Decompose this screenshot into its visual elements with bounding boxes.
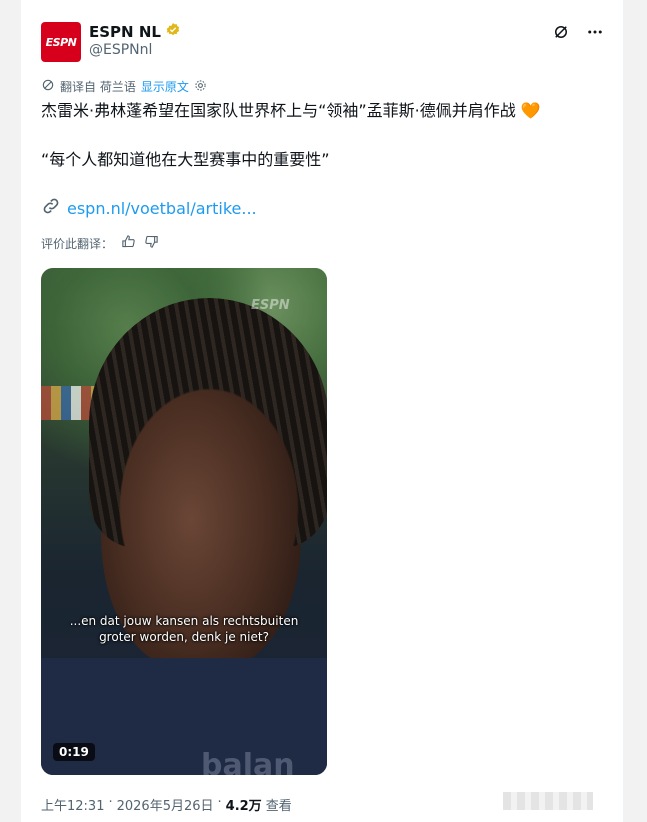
video-watermark: ESPN <box>251 298 290 313</box>
video-player[interactable]: ESPN balan ...en dat jouw kansen als rec… <box>41 268 327 775</box>
tweet-top-actions <box>551 22 605 42</box>
video-duration: 0:19 <box>53 743 95 761</box>
author-name-line: ESPN NL <box>89 22 181 42</box>
avatar[interactable]: ESPN <box>41 22 81 62</box>
translate-icon <box>41 78 55 95</box>
show-original-link[interactable]: 显示原文 <box>141 78 189 95</box>
view-count: 4.2万 <box>225 799 262 814</box>
tweet-time[interactable]: 上午12:31 <box>41 795 104 814</box>
subtitle-line-2: groter worden, denk je niet? <box>99 630 269 644</box>
shirt-brand-text: balan <box>201 748 295 775</box>
video-person-hair <box>89 298 327 548</box>
author-handle[interactable]: @ESPNnl <box>89 42 152 58</box>
tweet-quote: “每个人都知道他在大型赛事中的重要性” <box>41 150 330 169</box>
tweet-text: 杰雷米·弗林蓬希望在国家队世界杯上与“领袖”孟菲斯·德佩并肩作战 🧡 <box>41 100 601 122</box>
author-display-name[interactable]: ESPN NL <box>89 23 161 41</box>
tweet-date[interactable]: 2026年5月26日 <box>117 795 214 814</box>
thumbs-down-icon[interactable] <box>144 234 159 252</box>
tweet-meta: 上午12:31 · 2026年5月26日 · 4.2万 查看 <box>41 795 292 814</box>
link-icon <box>41 196 61 220</box>
espn-logo: ESPN <box>45 35 77 49</box>
grok-icon[interactable] <box>551 22 571 42</box>
views-label: 查看 <box>265 799 292 814</box>
translated-from-label: 翻译自 荷兰语 <box>60 80 136 94</box>
orange-heart-emoji: 🧡 <box>520 101 541 120</box>
verified-badge-icon <box>165 22 181 42</box>
more-icon[interactable] <box>585 22 605 42</box>
tweet-card: ESPN ESPN NL @ESPNnl 翻译自 荷兰语 显示原文 杰雷米·弗林… <box>20 0 624 822</box>
tweet-link[interactable]: espn.nl/voetbal/artike... <box>41 196 257 220</box>
thumbs-up-icon[interactable] <box>121 234 136 252</box>
subtitle-line-1: ...en dat jouw kansen als rechtsbuiten <box>69 614 299 628</box>
meta-separator: · <box>108 795 113 810</box>
meta-separator: · <box>217 795 222 810</box>
video-subtitle: ...en dat jouw kansen als rechtsbuiten g… <box>41 613 327 645</box>
gear-icon[interactable] <box>194 79 207 95</box>
translation-notice: 翻译自 荷兰语 显示原文 <box>41 78 207 95</box>
tweet-body: 杰雷米·弗林蓬希望在国家队世界杯上与“领袖”孟菲斯·德佩并肩作战 <box>41 101 516 120</box>
rate-translation: 评价此翻译： <box>41 234 159 252</box>
site-watermark <box>503 792 593 810</box>
link-url[interactable]: espn.nl/voetbal/artike... <box>67 199 257 218</box>
rate-translation-label: 评价此翻译： <box>41 236 114 251</box>
